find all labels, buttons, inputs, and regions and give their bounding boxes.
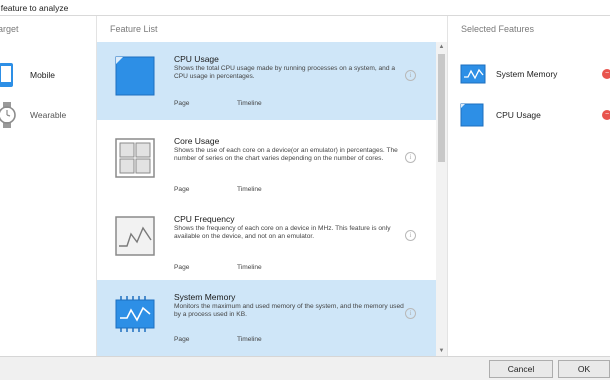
feature-description: Shows the total CPU usage made by runnin… [174,65,396,80]
feature-tag-page: Page [174,100,190,107]
feature-list[interactable]: CPU Usage Shows the total CPU usage made… [97,42,436,356]
feature-list-column-header: Feature List [110,24,158,34]
cpu-usage-icon [460,103,484,127]
remove-icon[interactable]: − [602,110,610,120]
feature-item-cpu-usage[interactable]: CPU Usage Shows the total CPU usage made… [97,42,436,120]
remove-icon[interactable]: − [602,69,610,79]
feature-tag-timeline: Timeline [237,336,262,343]
system-memory-icon [115,296,155,332]
target-item-wearable[interactable]: Wearable [0,100,96,130]
feature-tag-page: Page [174,264,190,271]
selected-feature-label: System Memory [496,69,558,79]
selected-feature-label: CPU Usage [496,110,541,120]
info-icon[interactable]: i [405,230,416,241]
watch-icon [0,102,16,128]
feature-tag-page: Page [174,336,190,343]
feature-description: Monitors the maximum and used memory of … [174,303,404,318]
feature-tag-timeline: Timeline [237,186,262,193]
feature-tag-page: Page [174,186,190,193]
target-column-header: arget [0,24,19,34]
feature-description: Shows the frequency of each core on a de… [174,225,391,240]
selected-features-column-header: Selected Features [461,24,535,34]
cpu-frequency-icon [115,216,155,256]
target-label-mobile: Mobile [30,70,56,80]
feature-name: System Memory [174,292,236,302]
target-item-mobile[interactable]: Mobile [0,60,96,90]
cpu-usage-icon [115,56,155,96]
feature-name: Core Usage [174,136,220,146]
selected-feature-system-memory: System Memory − [458,60,610,90]
feature-tag-timeline: Timeline [237,100,262,107]
system-memory-icon [460,64,486,84]
feature-item-cpu-frequency[interactable]: CPU Frequency Shows the frequency of eac… [97,202,436,280]
ok-button[interactable]: OK [558,360,610,378]
scroll-up-arrow-icon[interactable]: ▲ [436,42,447,52]
scrollbar-thumb[interactable] [438,54,445,162]
mobile-icon [0,63,13,87]
dialog-title: t feature to analyze [0,3,69,13]
dialog-titlebar: t feature to analyze [0,0,610,16]
feature-list-scrollbar[interactable]: ▲ ▼ [436,42,447,356]
info-icon[interactable]: i [405,308,416,319]
selected-feature-cpu-usage: CPU Usage − [458,101,610,131]
feature-name: CPU Frequency [174,214,235,224]
scroll-down-arrow-icon[interactable]: ▼ [436,346,447,356]
info-icon[interactable]: i [405,152,416,163]
core-usage-icon [115,138,155,178]
feature-name: CPU Usage [174,54,219,64]
selected-panel-divider [447,16,448,360]
cancel-button[interactable]: Cancel [489,360,553,378]
target-label-wearable: Wearable [30,110,67,120]
feature-item-system-memory[interactable]: System Memory Monitors the maximum and u… [97,280,436,356]
feature-item-core-usage[interactable]: Core Usage Shows the use of each core on… [97,124,436,202]
info-icon[interactable]: i [405,70,416,81]
feature-description: Shows the use of each core on a device(o… [174,147,398,162]
feature-tag-timeline: Timeline [237,264,262,271]
